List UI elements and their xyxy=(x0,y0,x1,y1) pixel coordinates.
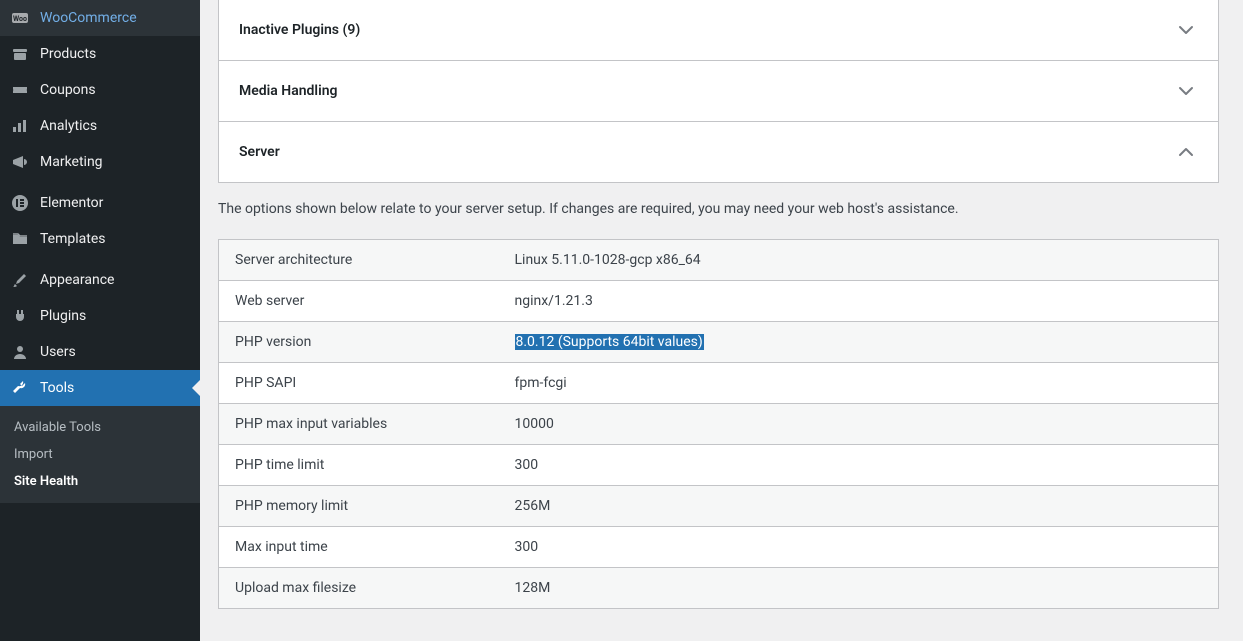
sidebar-item-woocommerce[interactable]: Woo WooCommerce xyxy=(0,0,200,36)
sidebar-item-label: Plugins xyxy=(40,308,86,324)
submenu-item-available-tools[interactable]: Available Tools xyxy=(0,414,200,441)
panel-inactive-plugins: Inactive Plugins (9) Media Handling Serv… xyxy=(218,0,1219,183)
row-label: Server architecture xyxy=(219,240,499,281)
sidebar-item-label: Products xyxy=(40,46,96,62)
table-row: Server architecture Linux 5.11.0-1028-gc… xyxy=(219,240,1219,281)
submenu-item-site-health[interactable]: Site Health xyxy=(0,468,200,495)
row-label: PHP SAPI xyxy=(219,363,499,404)
table-row: PHP version 8.0.12 (Supports 64bit value… xyxy=(219,322,1219,363)
ticket-icon xyxy=(10,80,30,100)
row-label: PHP memory limit xyxy=(219,486,499,527)
row-value: Linux 5.11.0-1028-gcp x86_64 xyxy=(499,240,1219,281)
sidebar-item-label: Marketing xyxy=(40,154,103,170)
panel-title: Media Handling xyxy=(239,83,338,99)
panel-title: Server xyxy=(239,144,280,160)
sidebar-item-label: Users xyxy=(40,344,76,360)
sidebar-item-label: Elementor xyxy=(40,195,103,211)
sidebar-item-label: Appearance xyxy=(40,272,114,288)
table-row: PHP SAPI fpm-fcgi xyxy=(219,363,1219,404)
row-value: 300 xyxy=(499,445,1219,486)
sidebar-item-label: Tools xyxy=(40,380,74,396)
plug-icon xyxy=(10,306,30,326)
php-version-highlight: 8.0.12 (Supports 64bit values) xyxy=(515,334,704,350)
sidebar-item-label: Templates xyxy=(40,231,106,247)
server-description: The options shown below relate to your s… xyxy=(218,201,1219,239)
sidebar-item-plugins[interactable]: Plugins xyxy=(0,298,200,334)
panel-header-inactive-plugins[interactable]: Inactive Plugins (9) xyxy=(219,0,1218,60)
admin-sidebar: Woo WooCommerce Products Coupons Analyti… xyxy=(0,0,200,641)
panel-title: Inactive Plugins (9) xyxy=(239,22,360,38)
sidebar-item-appearance[interactable]: Appearance xyxy=(0,262,200,298)
elementor-icon xyxy=(10,193,30,213)
sidebar-item-products[interactable]: Products xyxy=(0,36,200,72)
server-info-table: Server architecture Linux 5.11.0-1028-gc… xyxy=(218,239,1219,609)
folder-icon xyxy=(10,229,30,249)
sidebar-item-templates[interactable]: Templates xyxy=(0,221,200,257)
archive-icon xyxy=(10,44,30,64)
sidebar-item-marketing[interactable]: Marketing xyxy=(0,144,200,180)
tools-submenu: Available Tools Import Site Health xyxy=(0,406,200,503)
panel-header-media-handling[interactable]: Media Handling xyxy=(219,61,1218,121)
row-value: nginx/1.21.3 xyxy=(499,281,1219,322)
user-icon xyxy=(10,342,30,362)
row-label: PHP time limit xyxy=(219,445,499,486)
row-label: Upload max filesize xyxy=(219,568,499,609)
row-label: PHP version xyxy=(219,322,499,363)
table-row: Web server nginx/1.21.3 xyxy=(219,281,1219,322)
row-label: PHP max input variables xyxy=(219,404,499,445)
sidebar-item-coupons[interactable]: Coupons xyxy=(0,72,200,108)
sidebar-item-label: Analytics xyxy=(40,118,97,134)
table-row: PHP max input variables 10000 xyxy=(219,404,1219,445)
row-value: 300 xyxy=(499,527,1219,568)
sidebar-item-label: Coupons xyxy=(40,82,96,98)
row-value: 256M xyxy=(499,486,1219,527)
sidebar-item-label: WooCommerce xyxy=(40,10,137,26)
chevron-up-icon xyxy=(1174,140,1198,164)
chart-bar-icon xyxy=(10,116,30,136)
row-label: Max input time xyxy=(219,527,499,568)
table-row: Upload max filesize 128M xyxy=(219,568,1219,609)
wrench-icon xyxy=(10,378,30,398)
sidebar-item-elementor[interactable]: Elementor xyxy=(0,185,200,221)
table-row: PHP memory limit 256M xyxy=(219,486,1219,527)
row-value: 8.0.12 (Supports 64bit values) xyxy=(499,322,1219,363)
table-row: PHP time limit 300 xyxy=(219,445,1219,486)
sidebar-item-tools[interactable]: Tools xyxy=(0,370,200,406)
submenu-item-import[interactable]: Import xyxy=(0,441,200,468)
row-value: fpm-fcgi xyxy=(499,363,1219,404)
panel-body-server: The options shown below relate to your s… xyxy=(218,183,1219,609)
chevron-down-icon xyxy=(1174,79,1198,103)
panel-header-server[interactable]: Server xyxy=(219,122,1218,182)
svg-text:Woo: Woo xyxy=(13,15,27,23)
chevron-down-icon xyxy=(1174,18,1198,42)
woocommerce-icon: Woo xyxy=(10,8,30,28)
row-value: 10000 xyxy=(499,404,1219,445)
megaphone-icon xyxy=(10,152,30,172)
sidebar-item-analytics[interactable]: Analytics xyxy=(0,108,200,144)
main-content: Inactive Plugins (9) Media Handling Serv… xyxy=(200,0,1243,641)
table-row: Max input time 300 xyxy=(219,527,1219,568)
row-value: 128M xyxy=(499,568,1219,609)
sidebar-item-users[interactable]: Users xyxy=(0,334,200,370)
row-label: Web server xyxy=(219,281,499,322)
brush-icon xyxy=(10,270,30,290)
